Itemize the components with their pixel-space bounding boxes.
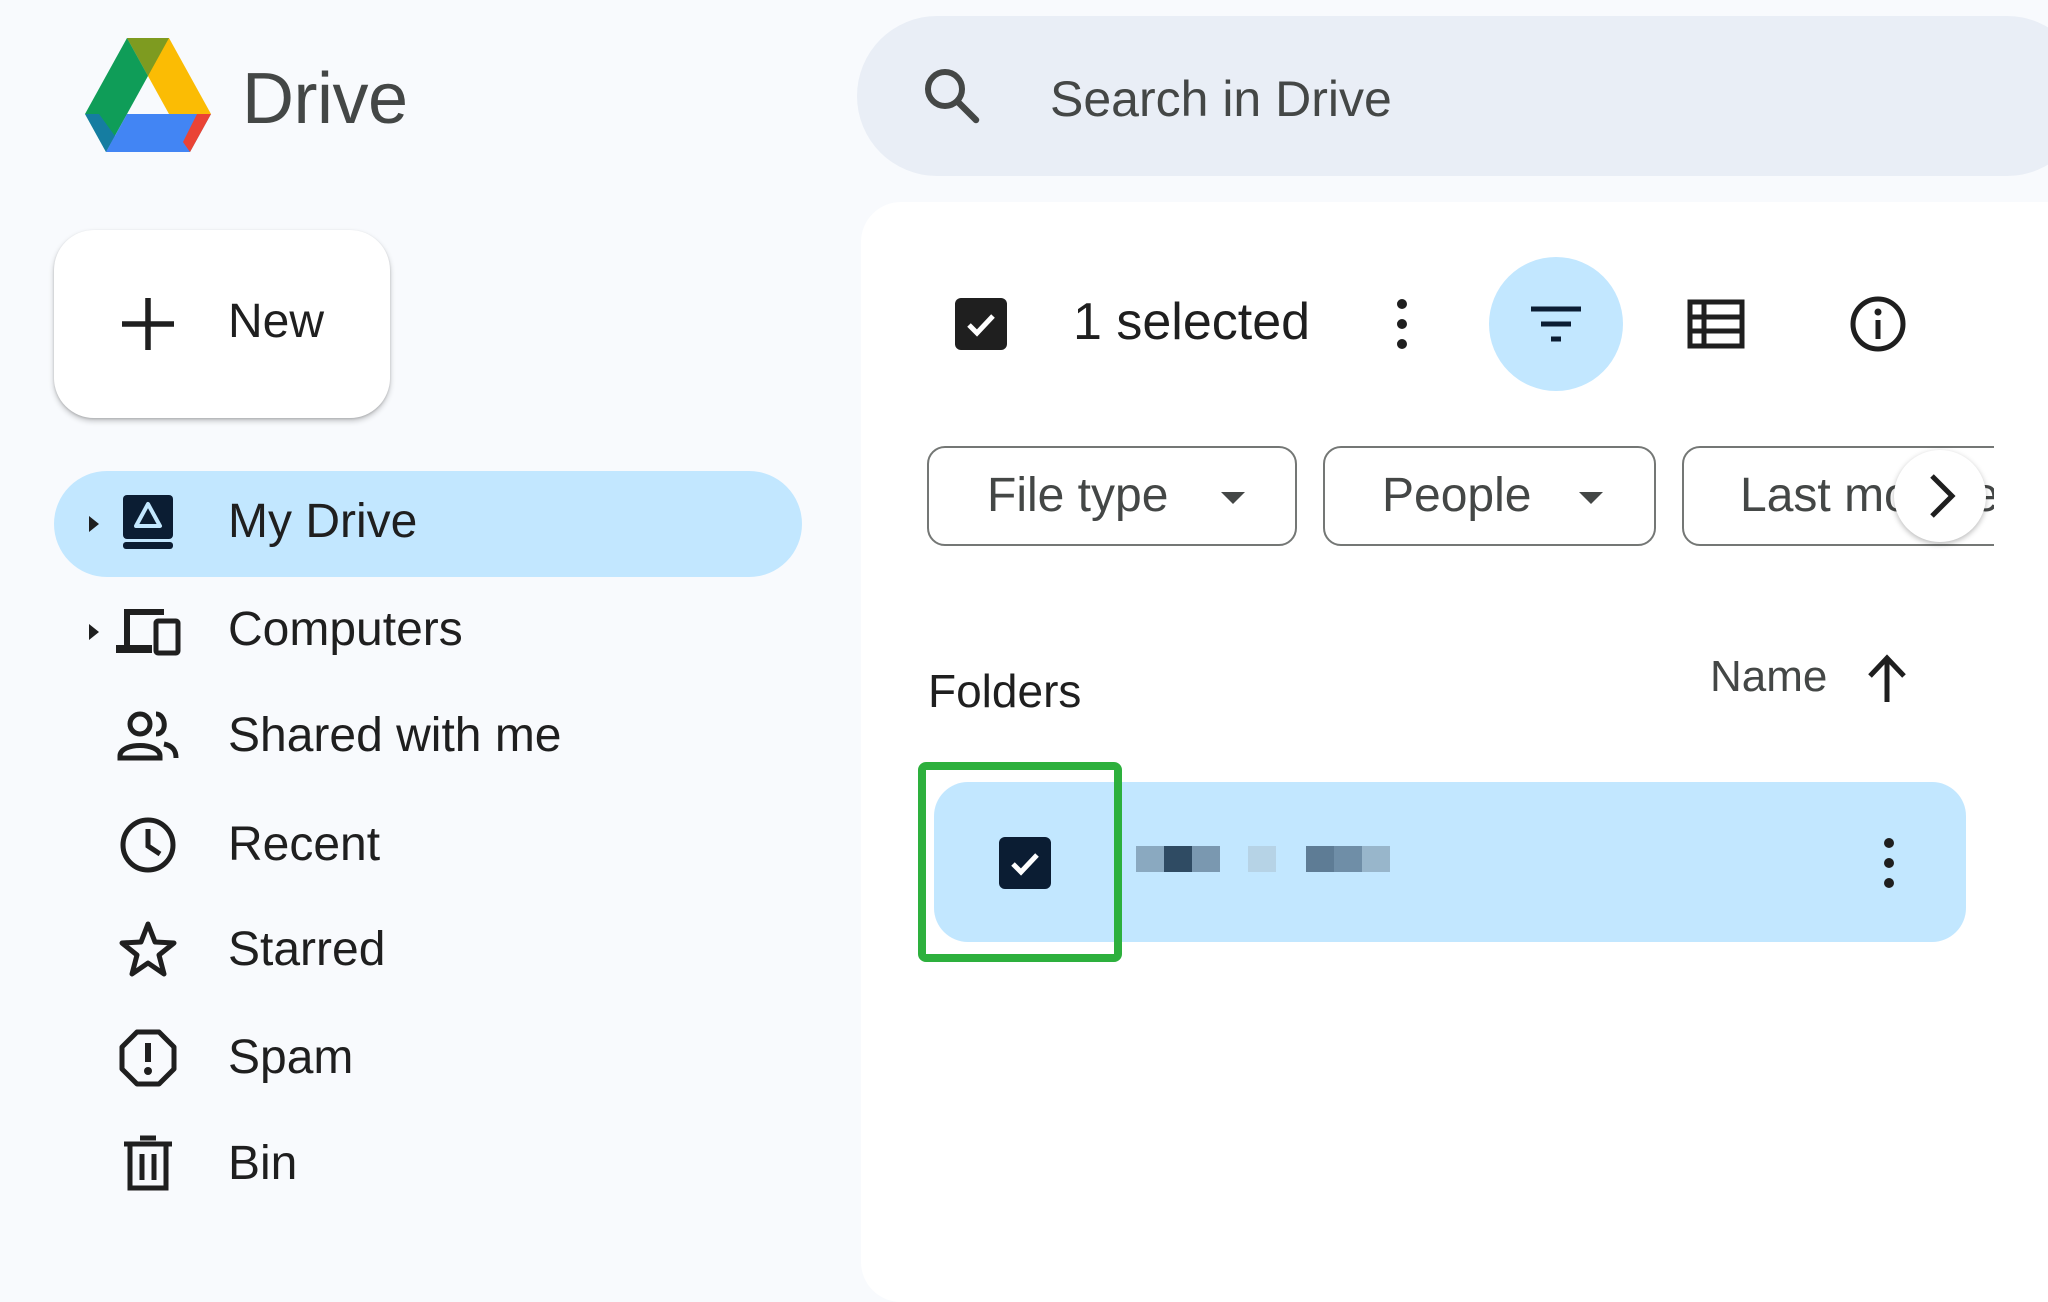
chip-label: People — [1382, 469, 1532, 522]
dropdown-caret-icon — [1579, 492, 1603, 504]
more-vert-icon[interactable] — [1872, 834, 1906, 892]
computers-icon — [114, 601, 181, 661]
spam-icon — [118, 1028, 178, 1088]
plus-icon — [116, 292, 180, 356]
checkbox-highlight-box — [918, 762, 1122, 962]
sidebar-item-label: Bin — [228, 1137, 298, 1190]
chips-scroll-right-button[interactable] — [1894, 450, 1986, 542]
sort-by-name-button[interactable]: Name — [1710, 652, 1827, 702]
info-icon[interactable] — [1848, 294, 1908, 354]
chip-label: File type — [987, 469, 1169, 522]
people-chip[interactable]: People — [1323, 446, 1656, 546]
search-input[interactable] — [1048, 68, 1952, 130]
new-button-label: New — [228, 295, 325, 348]
dropdown-caret-icon — [1221, 492, 1245, 504]
google-drive-logo[interactable] — [85, 38, 211, 152]
sidebar-item-label: Recent — [228, 818, 381, 871]
clock-icon — [118, 815, 178, 875]
more-vert-icon[interactable] — [1382, 296, 1422, 352]
search-icon[interactable] — [922, 66, 980, 124]
filter-button[interactable] — [1489, 257, 1623, 391]
app-title: Drive — [242, 59, 408, 139]
folders-section-title: Folders — [928, 665, 1082, 717]
people-icon — [116, 706, 179, 766]
sidebar-item-label: Shared with me — [228, 709, 562, 762]
sidebar-item-label: Computers — [228, 603, 463, 656]
redacted-folder-name — [1136, 844, 1396, 874]
trash-icon — [118, 1134, 178, 1194]
selection-count: 1 selected — [1073, 293, 1311, 351]
sidebar-item-label: Starred — [228, 923, 386, 976]
select-all-checkbox[interactable] — [955, 298, 1007, 350]
star-icon — [118, 920, 178, 980]
my-drive-icon — [118, 492, 178, 552]
list-view-icon[interactable] — [1686, 298, 1746, 350]
expand-caret-icon[interactable] — [84, 510, 104, 538]
file-type-chip[interactable]: File type — [927, 446, 1297, 546]
new-button[interactable] — [54, 230, 390, 418]
expand-caret-icon[interactable] — [84, 618, 104, 646]
filter-icon — [1531, 306, 1581, 342]
sidebar-item-label: My Drive — [228, 495, 418, 548]
arrow-up-icon[interactable] — [1862, 650, 1912, 706]
chevron-right-icon — [1930, 474, 1956, 518]
sidebar-item-label: Spam — [228, 1031, 354, 1084]
main-content-panel — [861, 202, 2048, 1302]
